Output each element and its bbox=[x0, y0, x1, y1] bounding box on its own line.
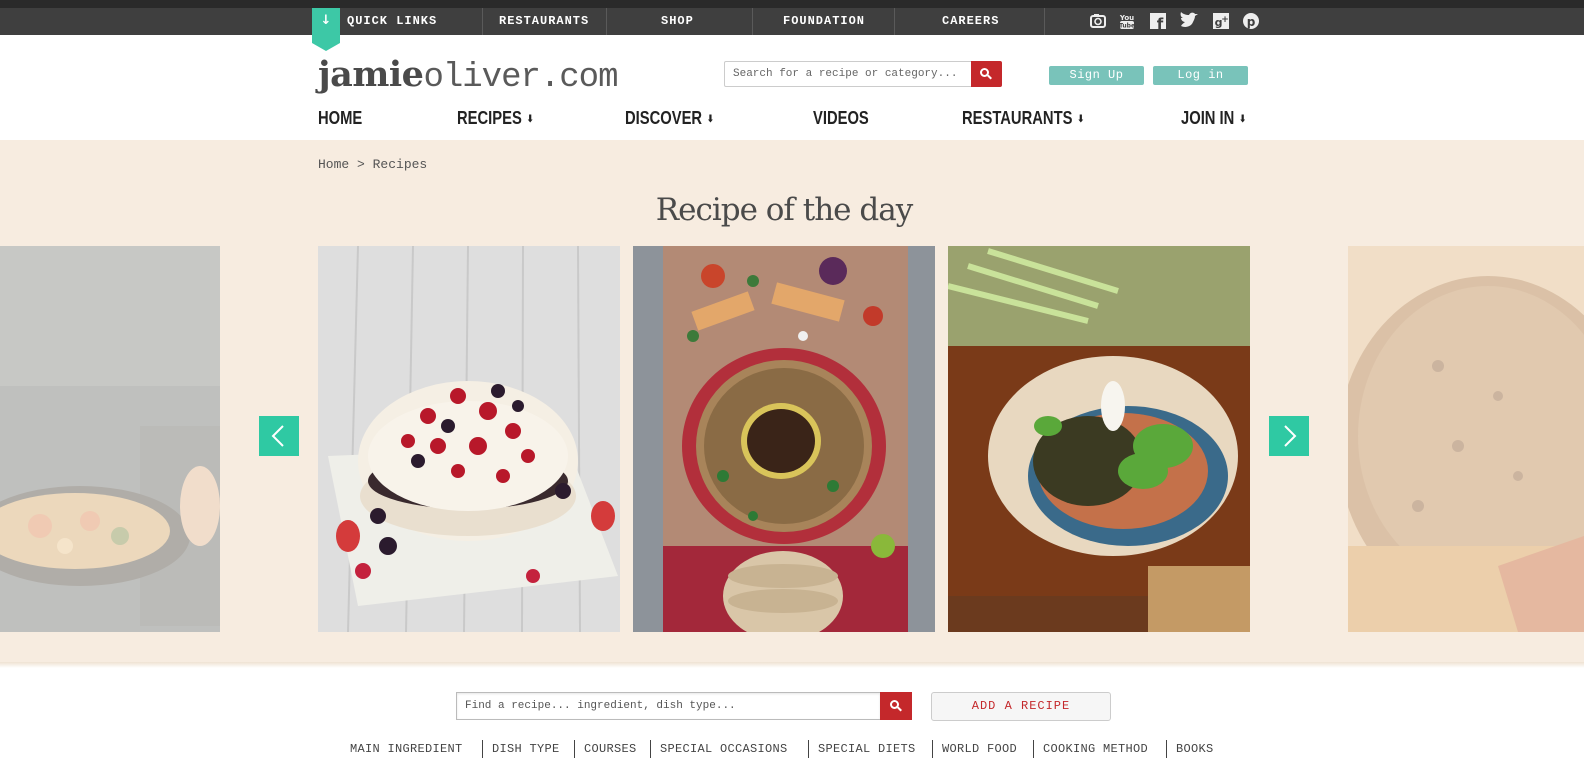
topnav-shop[interactable]: SHOP bbox=[661, 8, 694, 35]
category-link[interactable]: MAIN INGREDIENT bbox=[350, 742, 463, 756]
header-search-button[interactable] bbox=[971, 61, 1002, 87]
divider bbox=[808, 740, 809, 758]
arrow-down-icon: ⬇ bbox=[707, 114, 714, 125]
twitter-icon[interactable] bbox=[1179, 12, 1201, 30]
divider bbox=[1033, 740, 1034, 758]
logo-primary: jamie bbox=[318, 54, 424, 95]
recipe-card-next[interactable] bbox=[1348, 246, 1584, 632]
nav-label: RESTAURANTS bbox=[962, 108, 1073, 128]
arrow-down-icon: ⬇ bbox=[1077, 114, 1085, 125]
nav-home[interactable]: HOME bbox=[318, 108, 362, 129]
recipe-search-button[interactable] bbox=[880, 692, 912, 720]
google-plus-icon[interactable]: g + bbox=[1212, 12, 1230, 30]
divider bbox=[606, 8, 607, 35]
category-link[interactable]: COOKING METHOD bbox=[1043, 742, 1148, 756]
recipe-card-rice[interactable] bbox=[633, 246, 935, 632]
section-edge bbox=[0, 662, 1584, 668]
signup-button[interactable]: Sign Up bbox=[1049, 66, 1144, 85]
chevron-right-icon bbox=[1284, 425, 1297, 447]
arrow-down-icon: ⬇ bbox=[1239, 114, 1247, 125]
login-button[interactable]: Log in bbox=[1153, 66, 1248, 85]
divider bbox=[650, 740, 651, 758]
search-icon bbox=[890, 700, 899, 709]
nav-label: DISCOVER bbox=[625, 108, 703, 128]
logo-secondary: oliver.com bbox=[423, 59, 618, 97]
nav-restaurants[interactable]: RESTAURANTS ⬇ bbox=[962, 108, 1084, 129]
divider bbox=[482, 8, 483, 35]
svg-text:p: p bbox=[1247, 15, 1256, 29]
divider bbox=[574, 740, 575, 758]
nav-label: VIDEOS bbox=[813, 108, 869, 128]
nav-recipes[interactable]: RECIPES ⬇ bbox=[457, 108, 534, 129]
svg-text:f: f bbox=[1157, 15, 1164, 30]
search-icon bbox=[980, 68, 989, 77]
nav-label: HOME bbox=[318, 108, 363, 128]
recipe-card-pavlova[interactable] bbox=[318, 246, 620, 632]
carousel-prev-button[interactable] bbox=[259, 416, 299, 456]
nav-discover[interactable]: DISCOVER ⬇ bbox=[625, 108, 714, 129]
carousel-next-button[interactable] bbox=[1269, 416, 1309, 456]
nav-label: RECIPES bbox=[457, 108, 522, 128]
quick-links-label[interactable]: QUICK LINKS bbox=[347, 8, 437, 35]
youtube-icon[interactable]: You Tube bbox=[1118, 12, 1136, 30]
category-link[interactable]: COURSES bbox=[584, 742, 637, 756]
pinterest-icon[interactable]: p bbox=[1242, 12, 1260, 30]
breadcrumb[interactable]: Home > Recipes bbox=[318, 157, 427, 172]
arrow-down-icon: ⬇ bbox=[526, 114, 534, 125]
category-link[interactable]: SPECIAL DIETS bbox=[818, 742, 916, 756]
topnav-foundation[interactable]: FOUNDATION bbox=[783, 8, 865, 35]
facebook-icon[interactable]: f bbox=[1149, 12, 1167, 33]
recipe-card-wrap[interactable] bbox=[948, 246, 1250, 632]
divider bbox=[932, 740, 933, 758]
nav-join-in[interactable]: JOIN IN ⬇ bbox=[1181, 108, 1246, 129]
topnav-restaurants[interactable]: RESTAURANTS bbox=[499, 8, 589, 35]
divider bbox=[752, 8, 753, 35]
add-recipe-button[interactable]: ADD A RECIPE bbox=[931, 692, 1111, 721]
header-search-input[interactable]: Search for a recipe or category... bbox=[724, 61, 972, 87]
divider bbox=[1166, 740, 1167, 758]
instagram-icon[interactable] bbox=[1089, 12, 1107, 30]
divider bbox=[1044, 8, 1045, 35]
svg-text:Tube: Tube bbox=[1119, 23, 1135, 30]
svg-text:You: You bbox=[1119, 14, 1134, 22]
category-link[interactable]: WORLD FOOD bbox=[942, 742, 1017, 756]
recipe-card-prev[interactable] bbox=[0, 246, 220, 632]
quick-links-tab[interactable]: ↓ bbox=[312, 8, 340, 51]
nav-label: JOIN IN bbox=[1181, 108, 1235, 128]
divider bbox=[482, 740, 483, 758]
svg-text:+: + bbox=[1221, 15, 1229, 25]
divider bbox=[894, 8, 895, 35]
arrow-down-icon: ↓ bbox=[320, 13, 332, 28]
site-logo[interactable]: jamieoliver.com bbox=[318, 54, 619, 97]
category-link[interactable]: SPECIAL OCCASIONS bbox=[660, 742, 788, 756]
section-title: Recipe of the day bbox=[655, 192, 913, 228]
nav-videos[interactable]: VIDEOS bbox=[813, 108, 869, 129]
chevron-left-icon bbox=[271, 425, 284, 447]
topnav-careers[interactable]: CAREERS bbox=[942, 8, 999, 35]
recipe-search-input[interactable]: Find a recipe... ingredient, dish type..… bbox=[456, 692, 881, 720]
category-link[interactable]: BOOKS bbox=[1176, 742, 1214, 756]
category-link[interactable]: DISH TYPE bbox=[492, 742, 560, 756]
